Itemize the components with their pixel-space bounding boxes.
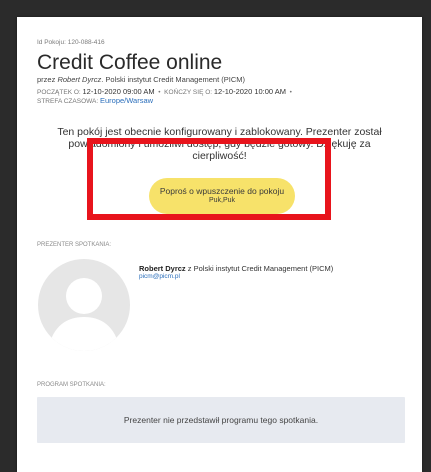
byline-organization: . Polski instytut Credit Management (PIC… <box>101 75 245 84</box>
room-byline: przez Robert Dyrcz. Polski instytut Cred… <box>37 75 245 84</box>
start-label: POCZĄTEK O: <box>37 89 81 96</box>
end-label: KOŃCZY SIĘ O: <box>164 89 213 96</box>
avatar <box>38 259 130 351</box>
room-id: Id Pokoju: 120-088-416 <box>37 39 105 46</box>
presenter-email-link[interactable]: picm@picm.pl <box>139 273 180 280</box>
presenter-affiliation: z Polski instytut Credit Management (PIC… <box>185 264 334 273</box>
timezone-label: STREFA CZASOWA: <box>37 98 99 105</box>
byline-prefix: przez <box>37 75 56 84</box>
byline-presenter: Robert Dyrcz <box>57 75 102 84</box>
waiting-room-card: Id Pokoju: 120-088-416 Credit Coffee onl… <box>17 17 422 472</box>
user-silhouette-icon <box>48 278 120 351</box>
end-value: 12-10-2020 10:00 AM <box>213 87 287 96</box>
program-empty-text: Prezenter nie przedstawił programu tego … <box>123 415 319 425</box>
timezone-row: STREFA CZASOWA: Europe/Warsaw <box>37 96 153 105</box>
schedule-times: POCZĄTEK O: 12-10-2020 09:00 AM • KOŃCZY… <box>37 87 292 96</box>
start-value: 12-10-2020 09:00 AM <box>82 87 155 96</box>
program-box: Prezenter nie przedstawił programu tego … <box>37 397 405 443</box>
presenter-name: Robert Dyrcz <box>139 264 186 273</box>
timezone-value: Europe/Warsaw <box>99 96 154 105</box>
presenter-info: Robert Dyrcz z Polski instytut Credit Ma… <box>139 264 333 273</box>
presenter-section-label: PREZENTER SPOTKANIA: <box>37 242 112 248</box>
program-section-label: PROGRAM SPOTKANIA: <box>37 382 106 388</box>
highlight-box <box>87 138 331 220</box>
page-title: Credit Coffee online <box>37 51 223 74</box>
